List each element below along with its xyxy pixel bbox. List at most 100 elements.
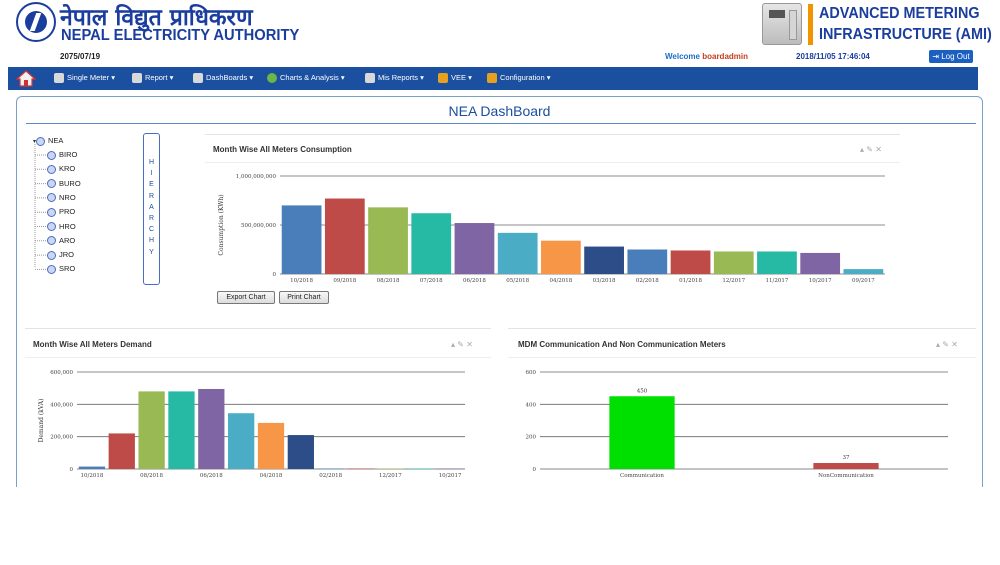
close-icon[interactable]: ✕ xyxy=(951,340,958,349)
x-tick-label: 11/2017 xyxy=(766,278,789,284)
bar[interactable] xyxy=(78,466,106,469)
bar[interactable] xyxy=(228,413,255,469)
tree-node-label: BURO xyxy=(59,178,81,188)
org-name-english: NEPAL ELECTRICITY AUTHORITY xyxy=(61,27,300,44)
bar[interactable] xyxy=(407,468,434,470)
tree-node-aro[interactable]: ARO xyxy=(47,236,75,246)
bar[interactable] xyxy=(843,269,884,274)
x-tick-label: 12/2017 xyxy=(722,278,745,284)
x-tick-label: 07/2018 xyxy=(420,278,443,284)
page-title: NEA DashBoard xyxy=(448,103,551,119)
tree-node-sro[interactable]: SRO xyxy=(47,264,75,274)
y-axis-label: Demand (kVA) xyxy=(38,399,45,443)
bar[interactable] xyxy=(138,391,165,469)
nav-report[interactable]: Report ▾ xyxy=(132,73,173,84)
bar[interactable] xyxy=(800,252,841,274)
bar[interactable] xyxy=(541,240,581,274)
nav-label: VEE xyxy=(451,73,467,82)
nav-label: Single Meter xyxy=(67,73,110,82)
panel-title: MDM Communication And Non Communication … xyxy=(518,340,726,349)
x-tick-label: 09/2018 xyxy=(333,278,356,284)
nav-mis-reports[interactable]: Mis Reports ▾ xyxy=(365,73,424,84)
hierarchy-toggle[interactable]: HIERARCHY xyxy=(143,133,160,285)
bar[interactable] xyxy=(713,251,754,274)
home-icon[interactable] xyxy=(15,70,37,87)
bar[interactable] xyxy=(198,388,225,469)
tree-node-label: NRO xyxy=(59,192,76,202)
current-datetime: 2018/11/05 17:46:04 xyxy=(796,52,870,61)
bar[interactable] xyxy=(497,232,538,274)
bar[interactable] xyxy=(287,435,314,469)
bar[interactable] xyxy=(609,396,675,469)
vee-icon xyxy=(438,73,448,84)
logout-button[interactable]: ⇥ Log Out xyxy=(929,50,973,63)
bar[interactable] xyxy=(281,205,322,274)
nav-label: Configuration xyxy=(500,73,545,82)
tree-node-root[interactable]: ▾ NEA xyxy=(33,136,63,146)
bar[interactable] xyxy=(257,422,285,469)
x-tick-label: 08/2018 xyxy=(377,278,400,284)
wrench-icon[interactable]: ✎ xyxy=(866,145,873,154)
close-icon[interactable]: ✕ xyxy=(466,340,473,349)
export-chart-button[interactable]: Export Chart xyxy=(217,291,275,304)
welcome-text: Welcome boardadmin xyxy=(665,52,748,61)
x-tick-label: 10/2018 xyxy=(80,473,103,479)
nav-single-meter[interactable]: Single Meter ▾ xyxy=(54,73,115,84)
bar[interactable] xyxy=(347,468,374,470)
tree-node-hro[interactable]: HRO xyxy=(47,222,76,232)
y-tick-label: 400,000 xyxy=(50,402,73,408)
tree-node-label: PRO xyxy=(59,207,76,217)
tree-node-nro[interactable]: NRO xyxy=(47,193,76,203)
x-tick-label: 04/2018 xyxy=(549,278,572,284)
bar[interactable] xyxy=(317,468,344,470)
nav-label: Mis Reports xyxy=(378,73,419,82)
ami-accent-bar xyxy=(808,4,813,45)
bar[interactable] xyxy=(436,468,464,470)
bar[interactable] xyxy=(670,250,711,274)
bar[interactable] xyxy=(757,251,797,274)
wrench-icon[interactable]: ✎ xyxy=(942,340,949,349)
bar[interactable] xyxy=(168,391,195,469)
nav-vee[interactable]: VEE ▾ xyxy=(438,73,472,84)
collapse-icon[interactable]: ▴ xyxy=(936,340,940,349)
collapse-icon[interactable]: ▴ xyxy=(451,340,455,349)
username: boardadmin xyxy=(702,52,748,61)
wrench-icon[interactable]: ✎ xyxy=(457,340,464,349)
y-tick-label: 500,000,000 xyxy=(241,223,276,229)
nepali-date: 2075/07/19 xyxy=(60,52,101,61)
data-label: 37 xyxy=(843,455,850,461)
print-chart-button[interactable]: Print Chart xyxy=(279,291,329,304)
bar[interactable] xyxy=(377,468,404,470)
tree-node-pro[interactable]: PRO xyxy=(47,207,75,217)
y-axis-label: Consumption (KWh) xyxy=(218,194,225,255)
chart-icon xyxy=(267,73,277,84)
bar[interactable] xyxy=(324,198,365,274)
report-icon xyxy=(132,73,142,84)
panel-title: Month Wise All Meters Consumption xyxy=(213,145,352,154)
nav-charts-analysis[interactable]: Charts & Analysis ▾ xyxy=(267,73,345,84)
tree-node-jro[interactable]: JRO xyxy=(47,250,74,260)
node-icon xyxy=(47,179,56,189)
tree-node-buro[interactable]: BURO xyxy=(47,179,81,189)
bar[interactable] xyxy=(411,213,452,274)
panel-controls: ▴ ✎ ✕ xyxy=(451,340,473,349)
bar[interactable] xyxy=(627,249,668,275)
x-tick-label: 10/2018 xyxy=(290,278,313,284)
x-tick-label: 10/2017 xyxy=(809,278,832,284)
tree-node-kro[interactable]: KRO xyxy=(47,164,75,174)
bar[interactable] xyxy=(454,223,495,274)
app-header: नेपाल विद्युत प्राधिकरण NEPAL ELECTRICIT… xyxy=(0,0,1000,67)
bar[interactable] xyxy=(368,207,408,274)
tree-node-biro[interactable]: BIRO xyxy=(47,150,77,160)
node-icon xyxy=(36,136,46,146)
demand-chart: 0 200,000 400,000 600,000 Demand (kVA) 10/201… xyxy=(38,370,465,479)
bar[interactable] xyxy=(813,463,879,469)
close-icon[interactable]: ✕ xyxy=(875,145,882,154)
bar[interactable] xyxy=(584,246,624,274)
nav-dashboards[interactable]: DashBoards ▾ xyxy=(193,73,253,84)
main-nav: Single Meter ▾ Report ▾ DashBoards ▾ Cha… xyxy=(8,67,978,90)
x-tick-label: NonCommunication xyxy=(818,473,874,479)
nav-configuration[interactable]: Configuration ▾ xyxy=(487,73,550,84)
bar[interactable] xyxy=(108,433,135,469)
collapse-icon[interactable]: ▴ xyxy=(860,145,864,154)
